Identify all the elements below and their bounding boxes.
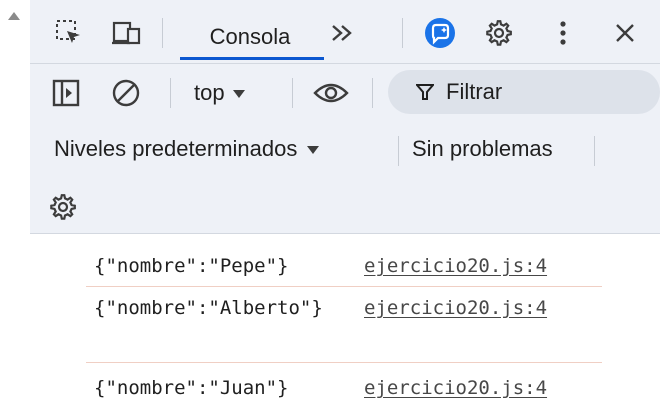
ai-assistance-icon[interactable] — [422, 16, 458, 50]
page-scrollbar[interactable] — [0, 0, 30, 420]
log-levels-dropdown[interactable]: Niveles predeterminados — [54, 136, 320, 162]
context-select[interactable]: top — [194, 78, 245, 108]
dropdown-arrow-icon — [232, 90, 245, 98]
console-settings-bar — [30, 180, 660, 234]
console-levels-bar: Niveles predeterminados Sin problemas — [30, 122, 660, 180]
console-message-source-link[interactable]: ejercicio20.js:4 — [364, 374, 547, 402]
tab-separator — [402, 18, 403, 48]
filter-icon — [416, 84, 434, 100]
kebab-menu-icon[interactable] — [548, 16, 578, 50]
context-select-value: top — [194, 80, 225, 105]
console-message-source-link[interactable]: ejercicio20.js:4 — [364, 252, 547, 280]
devtools-panel: Consola top Filtrar Niveles predetermina… — [30, 0, 660, 420]
console-settings-icon[interactable] — [46, 190, 80, 224]
scroll-up-arrow-icon[interactable] — [8, 12, 20, 20]
live-expression-eye-icon[interactable] — [310, 76, 352, 110]
console-message: {"nombre":"Alberto"} ejercicio20.js:4 — [30, 294, 630, 354]
toolbar-separator — [372, 78, 373, 108]
filter-input[interactable]: Filtrar — [388, 70, 660, 114]
log-levels-label: Niveles predeterminados — [54, 136, 298, 161]
inspect-icon[interactable] — [52, 18, 86, 48]
console-message-text: {"nombre":"Alberto"} — [94, 297, 323, 319]
filter-placeholder: Filtrar — [446, 79, 503, 104]
close-icon[interactable] — [608, 16, 642, 50]
devtools-tab-bar: Consola — [30, 0, 660, 64]
toolbar-separator — [594, 136, 595, 166]
console-message-text: {"nombre":"Juan"} — [94, 377, 289, 399]
tab-separator — [162, 18, 163, 48]
console-message-source-link[interactable]: ejercicio20.js:4 — [364, 294, 547, 322]
console-output: {"nombre":"Pepe"} ejercicio20.js:4 {"nom… — [30, 234, 660, 420]
active-tab-indicator — [180, 57, 324, 60]
settings-icon[interactable] — [482, 16, 516, 50]
console-toolbar: top Filtrar — [30, 64, 660, 122]
tab-console[interactable]: Consola — [178, 14, 322, 60]
sidebar-toggle-icon[interactable] — [50, 77, 82, 109]
console-message-text: {"nombre":"Pepe"} — [94, 255, 289, 277]
message-divider — [86, 362, 602, 363]
tab-console-label: Consola — [209, 24, 291, 49]
toolbar-separator — [292, 78, 293, 108]
toolbar-separator — [398, 136, 399, 166]
toolbar-separator — [170, 78, 171, 108]
clear-console-icon[interactable] — [108, 76, 144, 110]
console-message: {"nombre":"Pepe"} ejercicio20.js:4 — [30, 252, 630, 282]
issues-counter[interactable]: Sin problemas — [412, 136, 553, 162]
dropdown-arrow-icon — [307, 146, 320, 154]
more-tabs-icon[interactable] — [324, 16, 360, 50]
device-toggle-icon[interactable] — [110, 18, 144, 48]
console-message: {"nombre":"Juan"} ejercicio20.js:4 — [30, 374, 630, 404]
message-divider — [86, 286, 602, 287]
